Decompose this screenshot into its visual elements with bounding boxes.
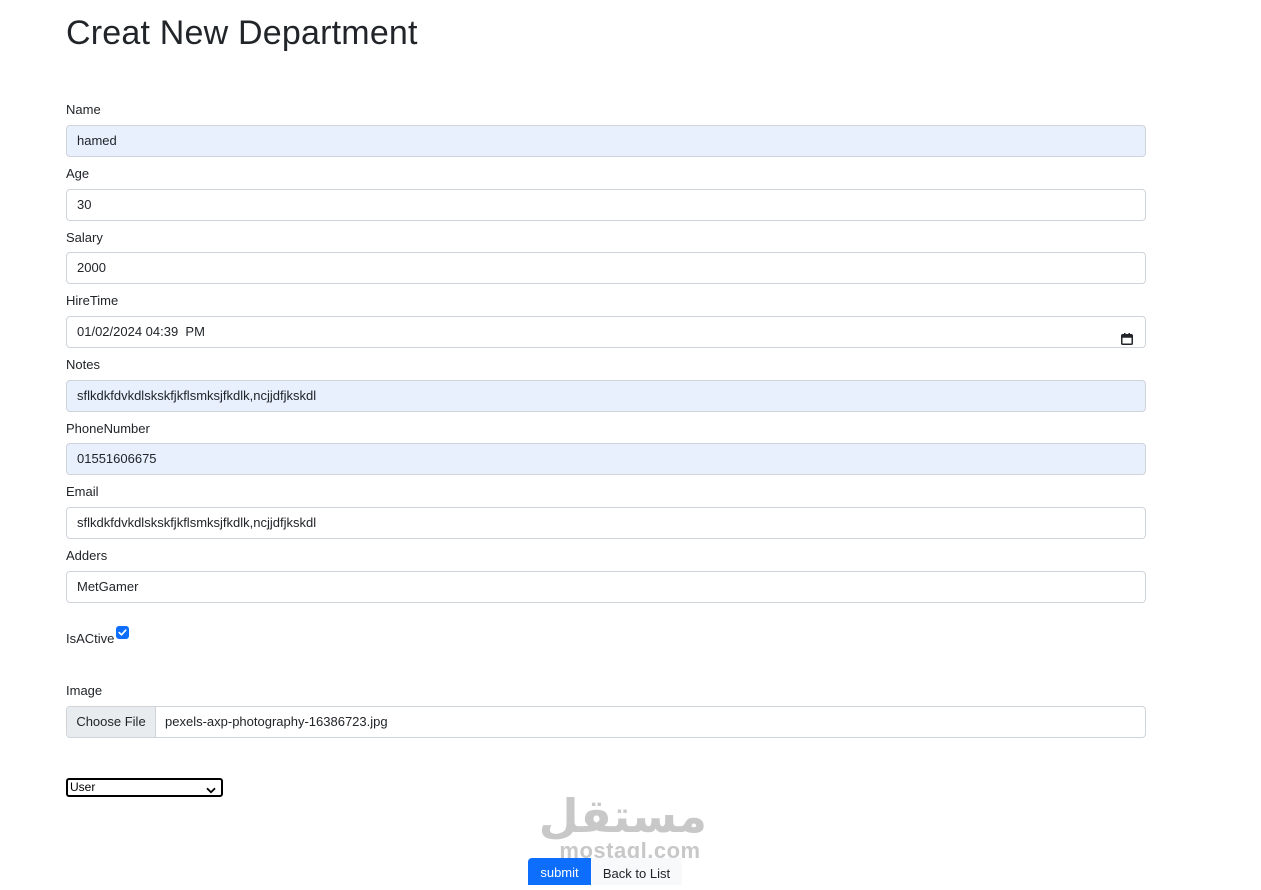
adders-input[interactable]: MetGamer <box>66 571 1146 603</box>
phone-label: PhoneNumber <box>66 421 150 436</box>
name-label: Name <box>66 102 101 117</box>
email-label: Email <box>66 484 99 499</box>
email-input[interactable]: sflkdkfdvkdlskskfjkflsmksjfkdlk,ncjjdfjk… <box>66 507 1146 539</box>
back-to-list-link[interactable]: Back to List <box>591 858 682 885</box>
page-title: Creat New Department <box>66 14 418 52</box>
calendar-icon[interactable] <box>1121 326 1133 345</box>
salary-label: Salary <box>66 230 103 245</box>
watermark: مستقل mostaql.com <box>538 790 707 862</box>
chevron-down-icon <box>206 783 216 798</box>
age-label: Age <box>66 166 90 181</box>
adders-label: Adders <box>66 548 108 563</box>
submit-button[interactable]: submit <box>528 858 591 885</box>
notes-input[interactable]: sflkdkfdvkdlskskfjkflsmksjfkdlk,ncjjdfjk… <box>66 380 1146 412</box>
watermark-arabic: مستقل <box>538 790 707 842</box>
hiretime-label: HireTime <box>66 293 119 308</box>
notes-label: Notes <box>66 357 100 372</box>
check-icon <box>118 629 127 636</box>
hiretime-value: 01/02/2024 04:39 PM <box>77 324 205 339</box>
choose-file-button[interactable]: Choose File <box>67 707 156 737</box>
phone-input[interactable]: 01551606675 <box>66 443 1146 475</box>
image-label: Image <box>66 683 103 698</box>
isactive-checkbox[interactable] <box>116 626 129 639</box>
image-file-input[interactable]: Choose File pexels-axp-photography-16386… <box>66 706 1146 738</box>
role-select-value: User <box>70 780 96 794</box>
file-name: pexels-axp-photography-16386723.jpg <box>165 714 388 729</box>
role-select[interactable]: User <box>66 778 223 797</box>
name-input[interactable]: hamed <box>66 125 1146 157</box>
salary-input[interactable]: 2000 <box>66 252 1146 284</box>
isactive-label: IsACtive <box>66 631 115 646</box>
age-input[interactable]: 30 <box>66 189 1146 221</box>
hiretime-input[interactable]: 01/02/2024 04:39 PM <box>66 316 1146 348</box>
